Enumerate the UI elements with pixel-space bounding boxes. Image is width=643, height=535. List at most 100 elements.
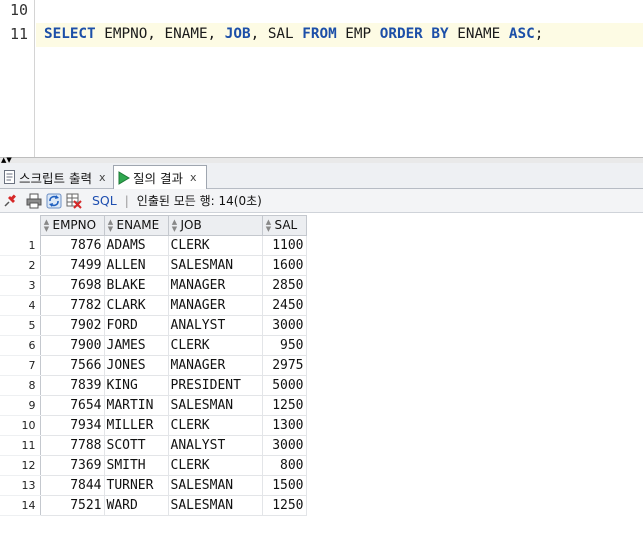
table-row[interactable]: 7 7566 JONES MANAGER 2975	[0, 355, 307, 376]
table-cell[interactable]: MANAGER	[167, 275, 263, 296]
table-row[interactable]: 1 7876 ADAMS CLERK 1100	[0, 235, 307, 256]
table-cell[interactable]: ADAMS	[103, 235, 169, 256]
table-cell[interactable]: SMITH	[103, 455, 169, 476]
table-cell[interactable]: BLAKE	[103, 275, 169, 296]
grid-body: 1 7876 ADAMS CLERK 1100 2 7499 ALLEN SALESMAN 160…	[0, 235, 307, 516]
line-number-gutter: 10 11	[0, 0, 35, 157]
column-header-ename[interactable]: ▲ ▼ ENAME	[103, 215, 169, 236]
table-row[interactable]: 4 7782 CLARK MANAGER 2450	[0, 295, 307, 316]
table-cell[interactable]: SALESMAN	[167, 255, 263, 276]
table-cell[interactable]: 1300	[261, 415, 307, 436]
table-cell[interactable]: SALESMAN	[167, 495, 263, 516]
table-cell[interactable]: CLERK	[167, 415, 263, 436]
result-grid-area: ▲ ▼ EMPNO ▲ ▼ ENAME ▲ ▼ JOB ▲ ▼ SAL 1 7876 ADAMS CL…	[0, 213, 643, 535]
table-cell[interactable]: JONES	[103, 355, 169, 376]
table-cell[interactable]: 800	[261, 455, 307, 476]
tab-query-result[interactable]: 질의 결과 x	[113, 165, 207, 189]
table-cell[interactable]: 1600	[261, 255, 307, 276]
code-text: SELECT EMPNO, ENAME, JOB, SAL FROM EMP O…	[44, 26, 543, 42]
code-line[interactable]	[36, 0, 643, 24]
table-cell[interactable]: 7876	[39, 235, 105, 256]
table-cell[interactable]: 3000	[261, 435, 307, 456]
table-cell[interactable]: 7521	[39, 495, 105, 516]
sort-icon: ▲ ▼	[265, 217, 272, 233]
sql-text: EMPNO, ENAME,	[95, 26, 225, 42]
row-number: 14	[0, 495, 41, 516]
sql-button[interactable]: SQL	[92, 193, 117, 208]
print-icon[interactable]	[26, 193, 42, 209]
table-cell[interactable]: ANALYST	[167, 315, 263, 336]
cancel-fetch-icon[interactable]	[66, 193, 82, 209]
result-grid: ▲ ▼ EMPNO ▲ ▼ ENAME ▲ ▼ JOB ▲ ▼ SAL 1 7876 ADAMS CL…	[0, 215, 307, 516]
sql-keyword: FROM	[302, 26, 337, 42]
table-cell[interactable]: 7369	[39, 455, 105, 476]
table-cell[interactable]: MARTIN	[103, 395, 169, 416]
table-cell[interactable]: 7782	[39, 295, 105, 316]
tab-script-output[interactable]: 스크립트 출력 x	[0, 165, 113, 189]
table-row[interactable]: 6 7900 JAMES CLERK 950	[0, 335, 307, 356]
table-cell[interactable]: SALESMAN	[167, 395, 263, 416]
table-cell[interactable]: 1250	[261, 395, 307, 416]
table-cell[interactable]: FORD	[103, 315, 169, 336]
table-cell[interactable]: 1500	[261, 475, 307, 496]
table-cell[interactable]: 7839	[39, 375, 105, 396]
table-cell[interactable]: TURNER	[103, 475, 169, 496]
table-cell[interactable]: 1250	[261, 495, 307, 516]
table-row[interactable]: 14 7521 WARD SALESMAN 1250	[0, 495, 307, 516]
table-cell[interactable]: 7788	[39, 435, 105, 456]
table-row[interactable]: 9 7654 MARTIN SALESMAN 1250	[0, 395, 307, 416]
sql-text: EMP	[336, 26, 380, 42]
table-cell[interactable]: WARD	[103, 495, 169, 516]
table-cell[interactable]: SALESMAN	[167, 475, 263, 496]
table-cell[interactable]: 3000	[261, 315, 307, 336]
table-cell[interactable]: 7900	[39, 335, 105, 356]
table-cell[interactable]: JAMES	[103, 335, 169, 356]
row-number: 10	[0, 415, 41, 436]
table-cell[interactable]: ANALYST	[167, 435, 263, 456]
table-cell[interactable]: CLARK	[103, 295, 169, 316]
table-cell[interactable]: 7844	[39, 475, 105, 496]
table-cell[interactable]: 1100	[261, 235, 307, 256]
table-cell[interactable]: 2850	[261, 275, 307, 296]
table-cell[interactable]: 2975	[261, 355, 307, 376]
table-cell[interactable]: MANAGER	[167, 295, 263, 316]
table-cell[interactable]: 7902	[39, 315, 105, 336]
table-cell[interactable]: KING	[103, 375, 169, 396]
table-cell[interactable]: CLERK	[167, 455, 263, 476]
tab-close-button[interactable]: x	[190, 171, 197, 184]
row-number: 2	[0, 255, 41, 276]
refresh-icon[interactable]	[46, 193, 62, 209]
pin-icon[interactable]	[2, 193, 18, 209]
table-row[interactable]: 2 7499 ALLEN SALESMAN 1600	[0, 255, 307, 276]
table-cell[interactable]: 7698	[39, 275, 105, 296]
table-row[interactable]: 5 7902 FORD ANALYST 3000	[0, 315, 307, 336]
table-cell[interactable]: MILLER	[103, 415, 169, 436]
table-row[interactable]: 12 7369 SMITH CLERK 800	[0, 455, 307, 476]
sql-editor[interactable]: 10 11 SELECT EMPNO, ENAME, JOB, SAL FROM…	[0, 0, 643, 157]
table-cell[interactable]: 7934	[39, 415, 105, 436]
table-cell[interactable]: 7566	[39, 355, 105, 376]
table-row[interactable]: 11 7788 SCOTT ANALYST 3000	[0, 435, 307, 456]
table-cell[interactable]: ALLEN	[103, 255, 169, 276]
tab-close-button[interactable]: x	[99, 171, 106, 184]
table-cell[interactable]: CLERK	[167, 235, 263, 256]
table-row[interactable]: 10 7934 MILLER CLERK 1300	[0, 415, 307, 436]
table-cell[interactable]: 950	[261, 335, 307, 356]
table-cell[interactable]: PRESIDENT	[167, 375, 263, 396]
table-cell[interactable]: 2450	[261, 295, 307, 316]
column-header-empno[interactable]: ▲ ▼ EMPNO	[39, 215, 105, 236]
table-row[interactable]: 13 7844 TURNER SALESMAN 1500	[0, 475, 307, 496]
row-number-header	[0, 215, 41, 236]
column-header-job[interactable]: ▲ ▼ JOB	[167, 215, 263, 236]
table-row[interactable]: 3 7698 BLAKE MANAGER 2850	[0, 275, 307, 296]
table-cell[interactable]: 7654	[39, 395, 105, 416]
table-cell[interactable]: CLERK	[167, 335, 263, 356]
sql-text: ENAME	[448, 26, 509, 42]
column-header-sal[interactable]: ▲ ▼ SAL	[261, 215, 307, 236]
table-row[interactable]: 8 7839 KING PRESIDENT 5000	[0, 375, 307, 396]
table-cell[interactable]: MANAGER	[167, 355, 263, 376]
table-cell[interactable]: 5000	[261, 375, 307, 396]
table-cell[interactable]: 7499	[39, 255, 105, 276]
code-line-current[interactable]: SELECT EMPNO, ENAME, JOB, SAL FROM EMP O…	[36, 23, 643, 47]
table-cell[interactable]: SCOTT	[103, 435, 169, 456]
